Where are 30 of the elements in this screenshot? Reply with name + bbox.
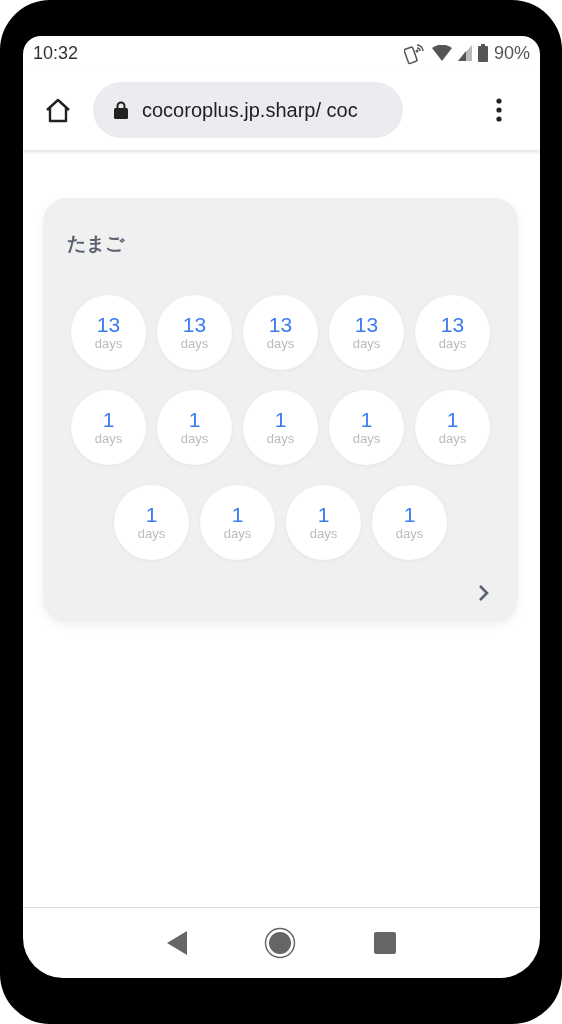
day-counter: 1 days — [200, 485, 275, 560]
back-icon[interactable] — [166, 931, 187, 955]
day-counter: 1 days — [157, 390, 232, 465]
day-counter: 13 days — [415, 295, 490, 370]
address-bar[interactable]: cocoroplus.jp.sharp/ coc — [93, 82, 403, 138]
day-counter: 1 days — [71, 390, 146, 465]
card-title: たまご — [67, 232, 126, 256]
day-counter: 1 days — [329, 390, 404, 465]
day-counter: 1 days — [243, 390, 318, 465]
battery-icon — [477, 44, 488, 62]
day-counter: 1 days — [114, 485, 189, 560]
cell-signal-icon — [457, 45, 472, 61]
lock-icon — [114, 101, 128, 119]
day-counter: 13 days — [243, 295, 318, 370]
recents-icon[interactable] — [374, 932, 397, 954]
day-counter: 13 days — [329, 295, 404, 370]
phone-signal-icon — [403, 41, 426, 65]
day-counter: 13 days — [71, 295, 146, 370]
chevron-right-icon[interactable] — [478, 584, 490, 602]
day-counter: 13 days — [157, 295, 232, 370]
more-menu-icon[interactable] — [496, 98, 502, 122]
day-counter: 1 days — [286, 485, 361, 560]
day-counter: 1 days — [372, 485, 447, 560]
battery-percent: 90% — [493, 42, 530, 64]
url-text: cocoroplus.jp.sharp/ coc — [142, 98, 358, 122]
status-time: 10:32 — [33, 42, 79, 64]
home-button-icon[interactable] — [264, 927, 297, 959]
wifi-icon — [431, 45, 452, 61]
home-icon[interactable] — [45, 97, 71, 123]
day-counter: 1 days — [415, 390, 490, 465]
